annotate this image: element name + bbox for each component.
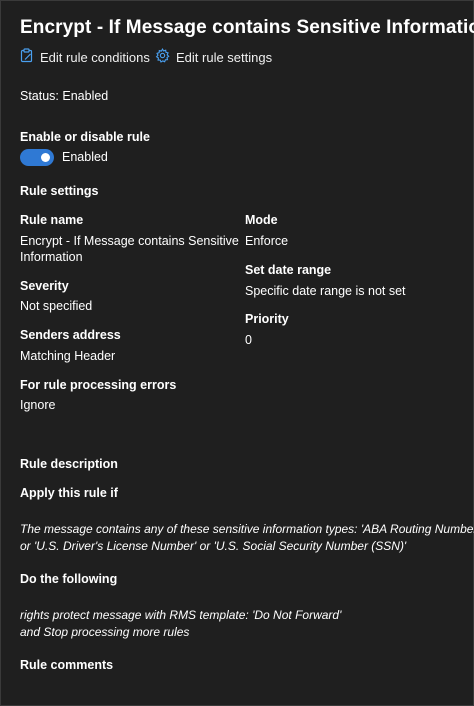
senders-address-value: Matching Header: [20, 349, 116, 363]
priority-value: 0: [245, 333, 252, 347]
mode-value: Enforce: [245, 234, 289, 248]
rule-name-value-line1: Encrypt - If Message contains Sensitive: [20, 234, 239, 248]
rule-settings-heading: Rule settings: [20, 184, 99, 198]
rule-description-heading: Rule description: [20, 457, 118, 471]
date-range-value: Specific date range is not set: [245, 284, 406, 298]
action-text-line2: and Stop processing more rules: [20, 625, 190, 639]
severity-label: Severity: [20, 279, 69, 293]
rule-name-value-line2: Information: [20, 250, 83, 264]
clipboard-edit-icon: [20, 48, 40, 66]
enable-rule-toggle[interactable]: [20, 148, 54, 166]
toggle-state-label: Enabled: [62, 150, 108, 164]
processing-errors-value: Ignore: [20, 398, 56, 412]
severity-value: Not specified: [20, 299, 93, 313]
apply-rule-if-heading: Apply this rule if: [20, 486, 118, 500]
page-title: Encrypt - If Message contains Sensitive …: [20, 17, 474, 38]
action-text-line1: rights protect message with RMS template…: [20, 608, 342, 622]
gear-icon: [155, 48, 176, 66]
edit-rule-settings-button[interactable]: Edit rule settings: [155, 48, 272, 66]
processing-errors-label: For rule processing errors: [20, 378, 177, 392]
toggle-knob: [41, 152, 50, 162]
rule-comments-heading: Rule comments: [20, 658, 114, 672]
edit-rule-settings-label: Edit rule settings: [176, 49, 273, 65]
condition-text-line1: The message contains any of these sensit…: [20, 522, 474, 536]
date-range-label: Set date range: [245, 263, 332, 277]
enable-disable-heading: Enable or disable rule: [20, 130, 150, 144]
condition-text-line2: or 'U.S. Driver's License Number' or 'U.…: [20, 539, 407, 553]
enable-toggle-row: Enabled: [20, 148, 108, 166]
senders-address-label: Senders address: [20, 328, 121, 342]
status-text: Status: Enabled: [20, 89, 109, 103]
edit-rule-conditions-label: Edit rule conditions: [40, 49, 150, 65]
mode-label: Mode: [245, 213, 278, 227]
priority-label: Priority: [245, 312, 289, 326]
rule-details-panel: Encrypt - If Message contains Sensitive …: [0, 0, 474, 706]
rule-name-label: Rule name: [20, 213, 84, 227]
do-the-following-heading: Do the following: [20, 572, 118, 586]
edit-rule-conditions-button[interactable]: Edit rule conditions: [20, 48, 150, 66]
